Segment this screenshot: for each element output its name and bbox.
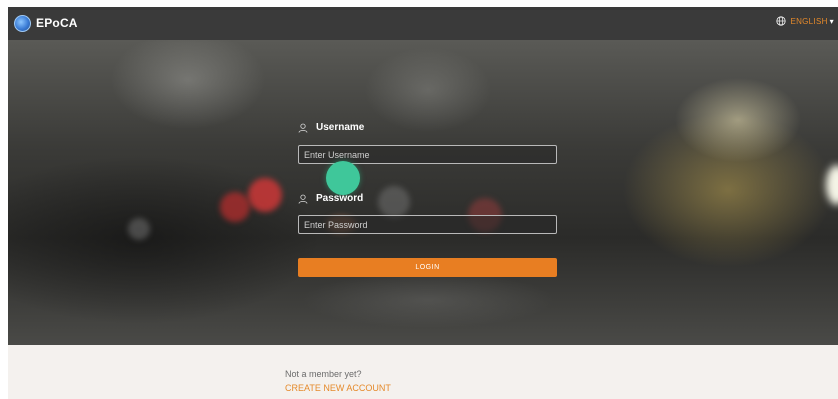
headlight-glow xyxy=(826,165,838,205)
user-icon xyxy=(298,123,308,133)
bokeh-light xyxy=(220,192,250,222)
language-selector[interactable]: ENGLISH ▾ xyxy=(776,16,834,26)
bokeh-light xyxy=(128,218,150,240)
not-member-text: Not a member yet? xyxy=(285,369,362,379)
password-label: Password xyxy=(316,193,364,204)
brand[interactable]: EPoCA xyxy=(14,13,78,33)
epoca-logo-icon xyxy=(14,14,31,32)
chevron-down-icon: ▾ xyxy=(829,16,834,26)
globe-icon xyxy=(776,16,787,26)
hero-background: Username Password LOGIN xyxy=(8,40,838,345)
create-account-link[interactable]: CREATE NEW ACCOUNT xyxy=(285,383,391,393)
username-label: Username xyxy=(316,122,365,133)
username-label-row: Username xyxy=(298,122,364,133)
password-label-row: Password xyxy=(298,193,363,204)
top-navigation-bar: EPoCA ENGLISH ▾ xyxy=(8,7,838,40)
user-icon xyxy=(298,194,308,204)
page-frame: EPoCA ENGLISH ▾ Username Enter Username … xyxy=(8,7,838,399)
login-button[interactable]: LOGIN xyxy=(298,258,557,277)
signup-prompt: Not a member yet? CREATE NEW ACCOUNT xyxy=(285,364,391,393)
password-input[interactable] xyxy=(298,215,557,234)
app-name: EPoCA xyxy=(36,16,78,30)
cursor-indicator xyxy=(326,161,360,195)
bokeh-light xyxy=(248,178,282,212)
bokeh-light xyxy=(378,186,410,218)
language-label: ENGLISH xyxy=(790,16,828,26)
